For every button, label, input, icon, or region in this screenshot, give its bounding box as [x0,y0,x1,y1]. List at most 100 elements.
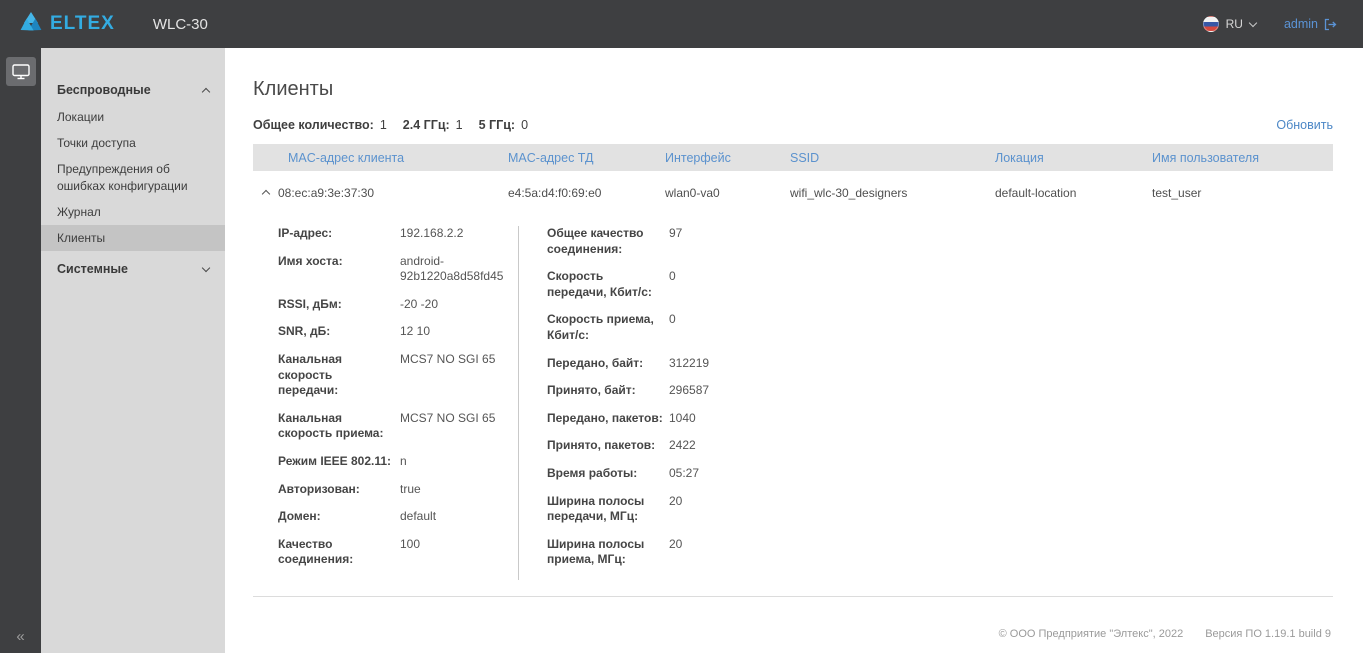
detail-value: 1040 [669,411,848,427]
detail-row-rx-rate: Канальная скорость приема: MCS7 NO SGI 6… [278,411,518,442]
band-24ghz-value: 1 [456,118,463,132]
detail-value: 12 10 [400,324,518,340]
chevron-up-icon [202,87,210,95]
sidebar-group-wireless[interactable]: Беспроводные [41,76,225,104]
band-24ghz-label: 2.4 ГГц: [403,118,450,132]
detail-value: default [400,509,518,525]
interface-cell: wlan0-va0 [665,186,790,200]
language-label: RU [1226,17,1243,31]
clients-summary: Общее количество: 1 2.4 ГГц: 1 5 ГГц: 0 [253,118,544,132]
firmware-version: Версия ПО 1.19.1 build 9 [1205,628,1331,640]
monitoring-nav-button[interactable] [6,57,36,86]
total-count-value: 1 [380,118,387,132]
sidebar-item-locations[interactable]: Локации [41,104,225,130]
band-5ghz-value: 0 [521,118,528,132]
ap-mac-cell: e4:5a:d4:f0:69:e0 [508,186,665,200]
ssid-cell: wifi_wlc-30_designers [790,186,995,200]
detail-row-domain: Домен: default [278,509,518,525]
copyright-text: © ООО Предприятие "Элтекс", 2022 [999,628,1184,640]
details-right-column: Общее качество соединения: 97 Скорость п… [518,226,848,580]
detail-label: Ширина полосы передачи, МГц: [547,494,669,525]
eltex-logo[interactable]: ELTEX [18,11,115,37]
ru-flag-icon [1203,16,1219,32]
product-name: WLC-30 [153,16,208,33]
collapse-sidebar-button[interactable]: « [0,628,41,645]
detail-value: android-92b1220a8d58fd45 [400,254,518,285]
detail-value: 100 [400,537,518,553]
detail-value: 97 [669,226,848,242]
app-header: ELTEX WLC-30 RU admin [0,0,1363,48]
row-expand-cell[interactable] [253,186,278,200]
brand-name: ELTEX [50,13,115,35]
detail-value: 2422 [669,438,848,454]
sidebar-item-log[interactable]: Журнал [41,199,225,225]
chevron-down-icon [202,263,210,271]
detail-value: n [400,454,518,470]
detail-label: Передано, байт: [547,356,669,372]
sidebar-item-clients[interactable]: Клиенты [41,225,225,251]
detail-label: Домен: [278,509,400,525]
refresh-button[interactable]: Обновить [1276,118,1333,132]
detail-label: Ширина полосы приема, МГц: [547,537,669,568]
sidebar: Беспроводные Локации Точки доступа Преду… [41,48,225,653]
detail-row-rx-bandwidth: Ширина полосы приема, МГц: 20 [547,537,848,568]
detail-label: Передано, пакетов: [547,411,669,427]
detail-label: Скорость приема, Кбит/с: [547,312,669,343]
total-count-label: Общее количество: [253,118,374,132]
detail-label: Канальная скорость передачи: [278,352,400,399]
username-label: admin [1284,17,1318,31]
detail-label: Принято, пакетов: [547,438,669,454]
detail-label: Скорость передачи, Кбит/с: [547,269,669,300]
sidebar-item-access-points[interactable]: Точки доступа [41,130,225,156]
username-cell: test_user [1152,186,1333,200]
column-header-ap-mac[interactable]: MAC-адрес ТД [508,151,665,165]
details-left-column: IP-адрес: 192.168.2.2 Имя хоста: android… [278,226,518,580]
detail-value: 20 [669,494,848,510]
detail-label: Имя хоста: [278,254,400,270]
logout-icon [1324,18,1337,31]
detail-row-rx-bytes: Принято, байт: 296587 [547,383,848,399]
detail-value: 05:27 [669,466,848,482]
client-details: IP-адрес: 192.168.2.2 Имя хоста: android… [253,226,1333,580]
sidebar-group-system[interactable]: Системные [41,255,225,283]
detail-label: Общее качество соединения: [547,226,669,257]
detail-row-rx-speed: Скорость приема, Кбит/с: 0 [547,312,848,343]
detail-label: SNR, дБ: [278,324,400,340]
nav-rail: « [0,48,41,653]
detail-row-rssi: RSSI, дБм: -20 -20 [278,297,518,313]
detail-row-snr: SNR, дБ: 12 10 [278,324,518,340]
detail-label: Время работы: [547,466,669,482]
detail-value: 20 [669,537,848,553]
detail-row-tx-bytes: Передано, байт: 312219 [547,356,848,372]
column-header-username[interactable]: Имя пользователя [1152,151,1333,165]
column-header-location[interactable]: Локация [995,151,1152,165]
column-header-ssid[interactable]: SSID [790,151,995,165]
column-header-client-mac[interactable]: MAC-адрес клиента [278,151,508,165]
detail-row-overall-quality: Общее качество соединения: 97 [547,226,848,257]
detail-row-uptime: Время работы: 05:27 [547,466,848,482]
main-content: Клиенты Общее количество: 1 2.4 ГГц: 1 5… [225,48,1363,653]
detail-value: MCS7 NO SGI 65 [400,352,518,368]
detail-row-tx-packets: Передано, пакетов: 1040 [547,411,848,427]
detail-row-rx-packets: Принято, пакетов: 2422 [547,438,848,454]
detail-row-authorized: Авторизован: true [278,482,518,498]
detail-row-tx-bandwidth: Ширина полосы передачи, МГц: 20 [547,494,848,525]
client-mac-cell: 08:ec:a9:3e:37:30 [278,186,508,200]
detail-value: true [400,482,518,498]
column-header-interface[interactable]: Интерфейс [665,151,790,165]
page-footer: © ООО Предприятие "Элтекс", 2022 Версия … [253,628,1333,653]
sidebar-item-config-warnings[interactable]: Предупреждения об ошибках конфигурации [41,156,225,198]
detail-label: Принято, байт: [547,383,669,399]
summary-row: Общее количество: 1 2.4 ГГц: 1 5 ГГц: 0 … [253,118,1333,132]
detail-label: IP-адрес: [278,226,400,242]
client-table-row[interactable]: 08:ec:a9:3e:37:30 e4:5a:d4:f0:69:e0 wlan… [253,171,1333,214]
language-selector[interactable]: RU [1203,16,1256,32]
content-divider [253,596,1333,597]
detail-value: 312219 [669,356,848,372]
sidebar-group-system-label: Системные [57,262,128,276]
user-menu[interactable]: admin [1284,17,1337,31]
detail-row-ip: IP-адрес: 192.168.2.2 [278,226,518,242]
detail-row-hostname: Имя хоста: android-92b1220a8d58fd45 [278,254,518,285]
monitor-icon [12,64,30,80]
detail-row-ieee-mode: Режим IEEE 802.11: n [278,454,518,470]
